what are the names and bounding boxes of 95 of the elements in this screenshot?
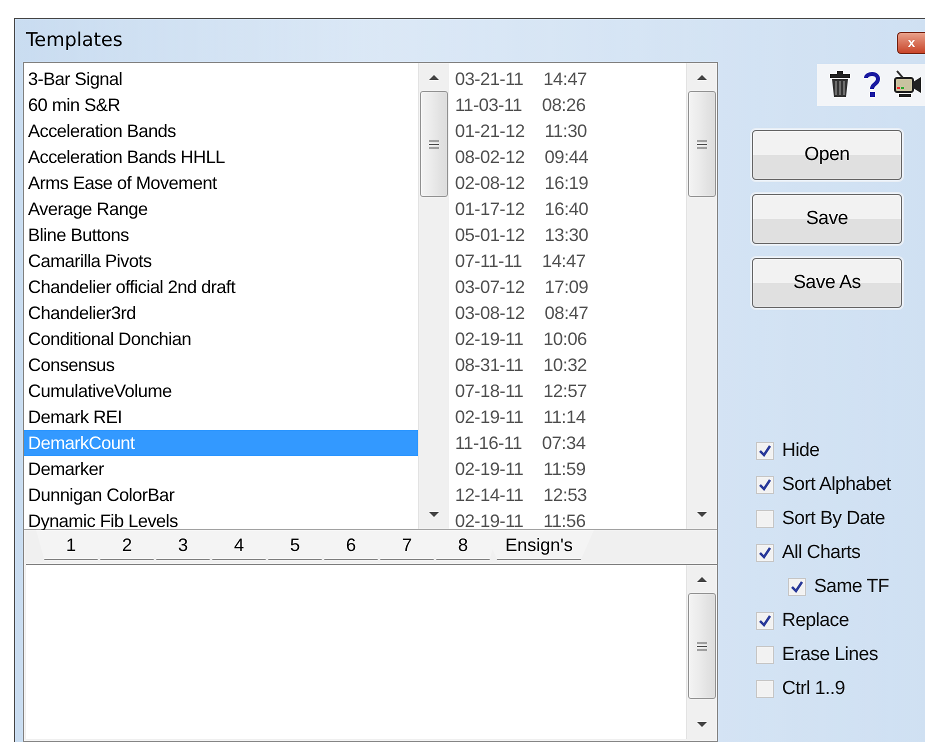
date-text: 11-16-11 <box>455 432 522 455</box>
grip-icon <box>697 140 707 148</box>
time-text: 11:30 <box>544 120 587 143</box>
scroll-thumb[interactable] <box>420 91 448 197</box>
date-text: 01-17-12 <box>455 198 525 221</box>
date-text: 02-08-12 <box>455 172 525 195</box>
scrollbar[interactable] <box>686 63 717 529</box>
date-text: 02-19-11 <box>455 328 524 351</box>
date-text: 03-08-12 <box>455 302 525 325</box>
option-label: Replace <box>782 610 849 632</box>
check-icon <box>759 615 771 627</box>
grip-icon <box>429 140 439 148</box>
scroll-down-icon[interactable] <box>696 511 708 519</box>
template-name[interactable]: Chandelier3rd <box>24 300 418 326</box>
scroll-up-icon[interactable] <box>696 73 708 81</box>
checkbox[interactable] <box>756 612 774 630</box>
scroll-down-icon[interactable] <box>428 511 440 519</box>
template-name[interactable]: Dunnigan ColorBar <box>24 482 418 508</box>
save-as-button[interactable]: Save As <box>752 258 902 308</box>
template-name[interactable]: Chandelier official 2nd draft <box>24 274 418 300</box>
option-label: Sort By Date <box>782 508 885 530</box>
checkbox[interactable] <box>756 476 774 494</box>
template-name[interactable]: Acceleration Bands HHLL <box>24 144 418 170</box>
trash-icon[interactable] <box>829 70 851 98</box>
date-text: 05-01-12 <box>455 224 525 247</box>
template-name[interactable]: CumulativeVolume <box>24 378 418 404</box>
time-text: 07:34 <box>542 432 586 455</box>
time-text: 12:57 <box>543 380 587 403</box>
save-button[interactable]: Save <box>752 194 902 244</box>
date-text: 07-18-11 <box>455 380 524 403</box>
date-text: 08-31-11 <box>455 354 524 377</box>
window-title: Templates <box>26 28 123 50</box>
date-text: 02-19-11 <box>455 458 524 481</box>
time-text: 10:06 <box>543 328 587 351</box>
time-text: 08:47 <box>544 302 588 325</box>
time-text: 17:09 <box>544 276 588 299</box>
time-text: 11:59 <box>543 458 586 481</box>
check-icon <box>759 445 771 457</box>
scrollbar[interactable] <box>418 63 449 529</box>
time-text: 14:47 <box>543 68 587 91</box>
time-text: 16:19 <box>544 172 588 195</box>
checkbox[interactable] <box>756 680 774 698</box>
time-text: 12:53 <box>543 484 587 507</box>
check-icon <box>791 581 803 593</box>
time-text: 14:47 <box>542 250 586 273</box>
option-label: Hide <box>782 440 820 462</box>
checkbox[interactable] <box>788 578 806 596</box>
template-name[interactable]: Consensus <box>24 352 418 378</box>
option-label: Same TF <box>814 576 889 598</box>
date-text: 08-02-12 <box>455 146 525 169</box>
scroll-thumb[interactable] <box>688 593 716 699</box>
template-name[interactable]: Arms Ease of Movement <box>24 170 418 196</box>
scroll-up-icon[interactable] <box>428 73 440 81</box>
scroll-thumb[interactable] <box>688 91 716 197</box>
checkbox[interactable] <box>756 442 774 460</box>
template-name[interactable]: Bline Buttons <box>24 222 418 248</box>
template-name[interactable]: Demark REI <box>24 404 418 430</box>
date-text: 07-11-11 <box>455 250 522 273</box>
scroll-down-icon[interactable] <box>696 721 708 729</box>
time-text: 08:26 <box>542 94 586 117</box>
scroll-up-icon[interactable] <box>696 575 708 583</box>
date-text: 03-07-12 <box>455 276 525 299</box>
date-text: 12-14-11 <box>455 484 524 507</box>
check-icon <box>759 547 771 559</box>
grip-icon <box>697 642 707 650</box>
time-text: 11:14 <box>543 406 586 429</box>
option-label: All Charts <box>782 542 860 564</box>
date-text: 03-21-11 <box>455 68 524 91</box>
time-text: 10:32 <box>543 354 587 377</box>
help-icon[interactable] <box>863 70 881 98</box>
template-name[interactable]: Acceleration Bands <box>24 118 418 144</box>
date-text: 02-19-11 <box>455 406 524 429</box>
date-text: 01-21-12 <box>455 120 525 143</box>
scrollbar[interactable] <box>686 565 717 739</box>
option-label: Sort Alphabet <box>782 474 891 496</box>
template-name[interactable]: 3-Bar Signal <box>24 66 418 92</box>
video-camera-icon[interactable] <box>893 70 923 98</box>
time-text: 09:44 <box>544 146 588 169</box>
template-name[interactable]: Conditional Donchian <box>24 326 418 352</box>
time-text: 11:56 <box>543 510 586 533</box>
option-label: Ctrl 1..9 <box>782 678 845 700</box>
check-icon <box>759 479 771 491</box>
open-button[interactable]: Open <box>752 130 902 180</box>
checkbox[interactable] <box>756 510 774 528</box>
checkbox[interactable] <box>756 544 774 562</box>
template-name[interactable]: Camarilla Pivots <box>24 248 418 274</box>
option-label: Erase Lines <box>782 644 878 666</box>
time-text: 13:30 <box>544 224 588 247</box>
time-text: 16:40 <box>544 198 588 221</box>
template-name[interactable]: Demarker <box>24 456 418 482</box>
template-name[interactable]: Average Range <box>24 196 418 222</box>
date-text: 02-19-11 <box>455 510 524 533</box>
template-name[interactable]: 60 min S&R <box>24 92 418 118</box>
date-text: 11-03-11 <box>455 94 522 117</box>
checkbox[interactable] <box>756 646 774 664</box>
